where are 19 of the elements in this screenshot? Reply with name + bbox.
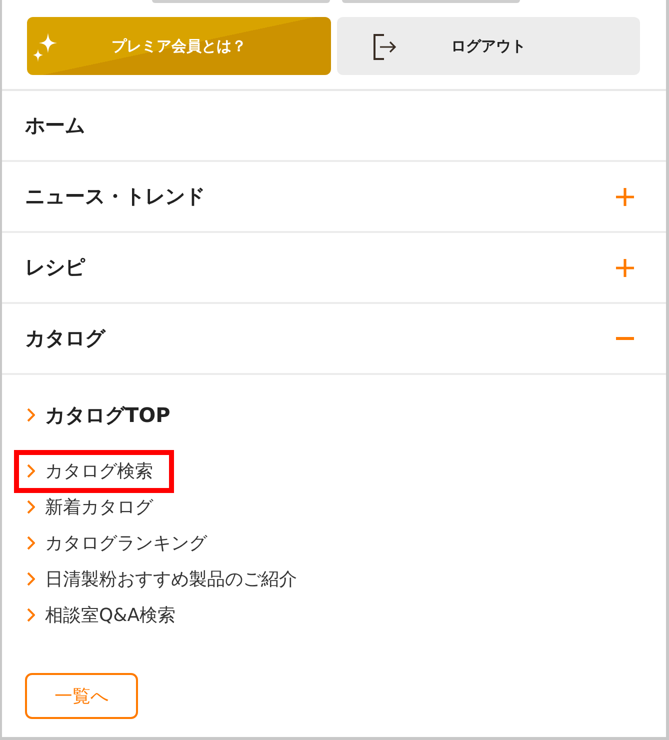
submenu-top-link[interactable]: カタログTOP xyxy=(27,401,170,429)
chevron-right-icon xyxy=(27,500,35,514)
submenu-link[interactable]: 日清製粉おすすめ製品のご紹介 xyxy=(27,567,297,591)
submenu-link[interactable]: 新着カタログ xyxy=(27,495,153,519)
submenu-link[interactable]: カタログ検索 xyxy=(27,459,153,483)
sparkle-icon xyxy=(33,33,57,63)
logout-button[interactable]: ログアウト xyxy=(336,17,640,75)
chevron-right-icon xyxy=(27,408,35,422)
chevron-right-icon xyxy=(27,572,35,586)
menu-toggle-item[interactable]: カタログ xyxy=(2,304,666,375)
logout-icon xyxy=(372,34,396,60)
menu-item[interactable]: ホーム xyxy=(2,91,666,162)
menu-toggle-item[interactable]: ニュース・トレンド xyxy=(2,162,666,233)
submenu-link[interactable]: カタログランキング xyxy=(27,531,207,555)
submenu-link[interactable]: 相談室Q&A検索 xyxy=(27,603,176,627)
chevron-right-icon xyxy=(27,608,35,622)
menu-toggle-item[interactable]: レシピ xyxy=(2,233,666,304)
chevron-right-icon xyxy=(27,536,35,550)
chevron-right-icon xyxy=(27,464,35,478)
